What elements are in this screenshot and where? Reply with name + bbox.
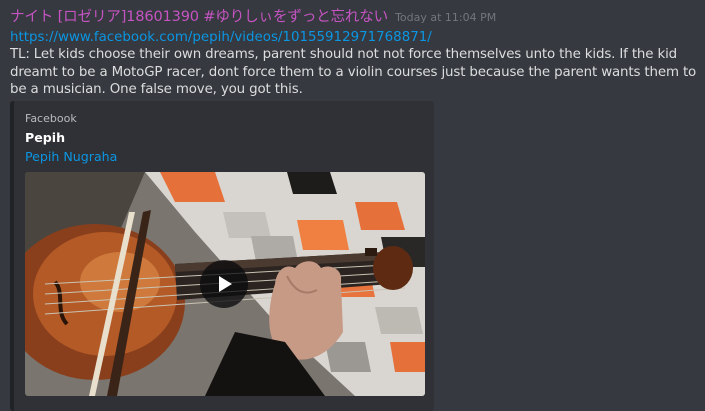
message-header: ナイト [ロゼリア]18601390 #ゆりしぃをずっと忘れない Today a… [10, 5, 700, 27]
play-button[interactable] [200, 260, 248, 308]
link-embed: Facebook Pepih Pepih Nugraha [10, 101, 434, 411]
chat-message: ナイト [ロゼリア]18601390 #ゆりしぃをずっと忘れない Today a… [10, 5, 700, 99]
message-timestamp: Today at 11:04 PM [395, 11, 497, 24]
message-text: TL: Let kids choose their own dreams, pa… [10, 47, 697, 97]
embed-provider: Facebook [25, 112, 77, 125]
embed-author-link[interactable]: Pepih Nugraha [25, 149, 117, 164]
message-link[interactable]: https://www.facebook.com/pepih/videos/10… [10, 30, 700, 46]
video-thumbnail[interactable] [25, 172, 425, 396]
embed-title: Pepih [25, 130, 66, 145]
play-icon [219, 276, 232, 292]
username[interactable]: ナイト [ロゼリア]18601390 #ゆりしぃをずっと忘れない [10, 5, 388, 26]
